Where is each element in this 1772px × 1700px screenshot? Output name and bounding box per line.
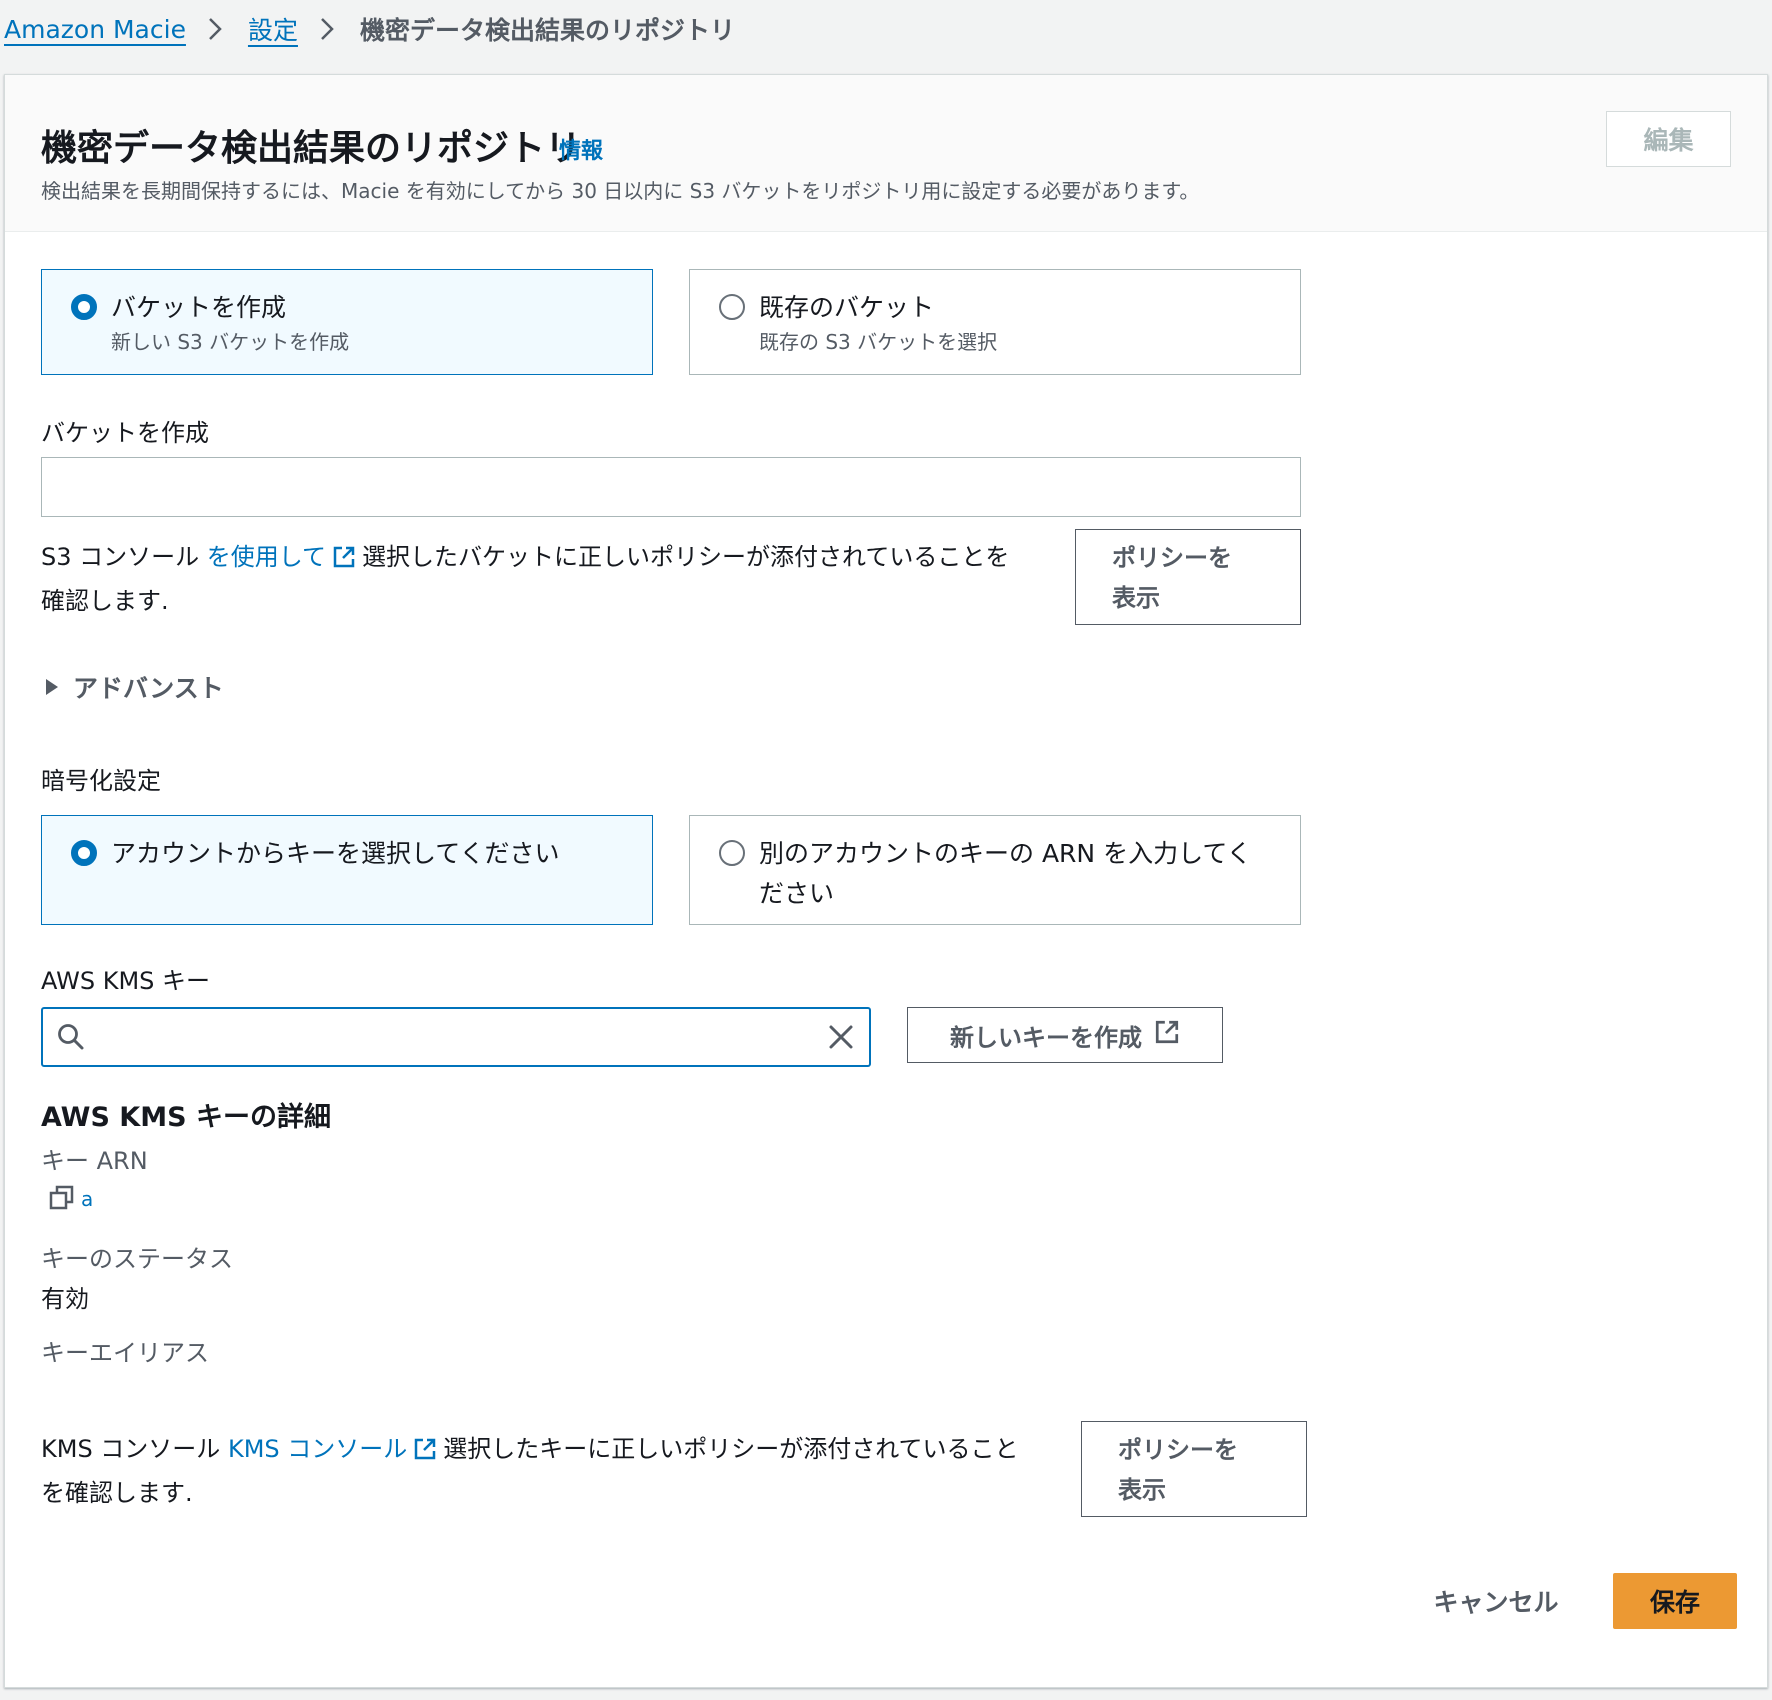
radio-key-from-account[interactable] [71, 840, 97, 866]
search-icon [57, 1023, 85, 1055]
tile-key-arn-other-account[interactable]: 別のアカウントのキーの ARN を入力してく ださい [689, 815, 1301, 925]
kms-key-label: AWS KMS キー [41, 967, 211, 995]
button-label-line2: 表示 [1112, 584, 1160, 612]
button-label-line1: ポリシーを [1118, 1436, 1238, 1464]
tile-existing-bucket[interactable]: 既存のバケット 既存の S3 バケットを選択 [689, 269, 1301, 375]
radio-existing-bucket[interactable] [719, 294, 745, 320]
tile-label-line1: 別のアカウントのキーの ARN を入力してく [759, 839, 1252, 868]
tile-description: 新しい S3 バケットを作成 [111, 330, 350, 354]
tile-create-bucket[interactable]: バケットを作成 新しい S3 バケットを作成 [41, 269, 653, 375]
kms-key-search[interactable] [41, 1007, 871, 1067]
bucket-policy-text: S3 コンソール を使用して 選択したバケットに正しいポリシーが添付されていること… [41, 537, 1071, 621]
breadcrumb-current: 機密データ検出結果のリポジトリ [359, 16, 735, 45]
kms-key-details-title: AWS KMS キーの詳細 [41, 1102, 331, 1133]
tile-key-from-account[interactable]: アカウントからキーを選択してください [41, 815, 653, 925]
external-link-icon[interactable] [332, 541, 356, 581]
bucket-policy-text-1: 選択したバケットに正しいポリシーが添付されていることを [362, 543, 1010, 571]
cancel-button[interactable]: キャンセル [1413, 1573, 1579, 1629]
kms-policy-text: KMS コンソール KMS コンソール 選択したキーに正しいポリシーが添付されてい… [41, 1429, 1077, 1513]
button-label-line2: 表示 [1118, 1476, 1166, 1504]
kms-policy-text-2: を確認します. [41, 1479, 193, 1507]
caret-right-icon [46, 679, 58, 695]
save-button[interactable]: 保存 [1613, 1573, 1737, 1629]
page-description: 検出結果を長期間保持するには、Macie を有効にしてから 30 日以内に S3… [41, 179, 1200, 203]
info-link[interactable]: 情報 [559, 133, 603, 165]
advanced-expander[interactable]: アドバンスト [45, 669, 224, 705]
key-arn-label: キー ARN [41, 1147, 148, 1175]
copy-icon[interactable] [49, 1185, 75, 1215]
s3-console-link[interactable]: を使用して [207, 543, 326, 571]
kms-console-text: KMS コンソール [41, 1435, 221, 1463]
kms-key-search-input[interactable] [101, 1015, 801, 1059]
s3-console-text: S3 コンソール [41, 543, 200, 571]
key-arn-value: a [81, 1187, 94, 1211]
chevron-right-icon [208, 16, 226, 42]
bucket-name-input[interactable] [41, 457, 1301, 517]
bucket-name-label: バケットを作成 [41, 419, 209, 447]
tile-label: バケットを作成 [111, 293, 287, 322]
breadcrumb-amazon-macie[interactable]: Amazon Macie [4, 15, 186, 44]
page-title: 機密データ検出結果のリポジトリ [41, 128, 582, 169]
close-icon[interactable] [827, 1023, 855, 1055]
tile-label: 既存のバケット [759, 293, 935, 322]
external-link-icon[interactable] [413, 1433, 437, 1473]
breadcrumb-settings[interactable]: 設定 [248, 11, 298, 47]
radio-create-bucket[interactable] [71, 294, 97, 320]
panel-header: 機密データ検出結果のリポジトリ 情報 検出結果を長期間保持するには、Macie … [5, 75, 1767, 232]
advanced-label: アドバンスト [73, 674, 224, 703]
button-label-line1: ポリシーを [1112, 544, 1232, 572]
key-status-value: 有効 [41, 1285, 89, 1313]
create-new-key-label: 新しいキーを作成 [950, 1023, 1142, 1052]
key-alias-label: キーエイリアス [41, 1339, 209, 1367]
tile-description: 既存の S3 バケットを選択 [759, 330, 998, 354]
encryption-label: 暗号化設定 [41, 767, 161, 795]
bucket-policy-text-2: 確認します. [41, 587, 169, 615]
tile-label: 別のアカウントのキーの ARN を入力してく ださい [759, 834, 1252, 914]
breadcrumb: Amazon Macie 設定 機密データ検出結果のリポジトリ [4, 10, 735, 48]
tile-label-line2: ださい [759, 879, 835, 908]
repository-panel: 機密データ検出結果のリポジトリ 情報 検出結果を長期間保持するには、Macie … [4, 74, 1768, 1688]
view-bucket-policy-button[interactable]: ポリシーを 表示 [1075, 529, 1301, 625]
create-new-key-button[interactable]: 新しいキーを作成 [907, 1007, 1223, 1063]
key-status-label: キーのステータス [41, 1245, 233, 1273]
kms-console-link[interactable]: KMS コンソール [228, 1435, 407, 1463]
external-link-icon [1154, 1019, 1180, 1051]
view-kms-policy-button[interactable]: ポリシーを 表示 [1081, 1421, 1307, 1517]
edit-button[interactable]: 編集 [1606, 111, 1731, 167]
kms-policy-text-1: 選択したキーに正しいポリシーが添付されていること [443, 1435, 1019, 1463]
chevron-right-icon [320, 16, 338, 42]
tile-label: アカウントからキーを選択してください [111, 839, 560, 868]
radio-key-arn-other-account[interactable] [719, 840, 745, 866]
